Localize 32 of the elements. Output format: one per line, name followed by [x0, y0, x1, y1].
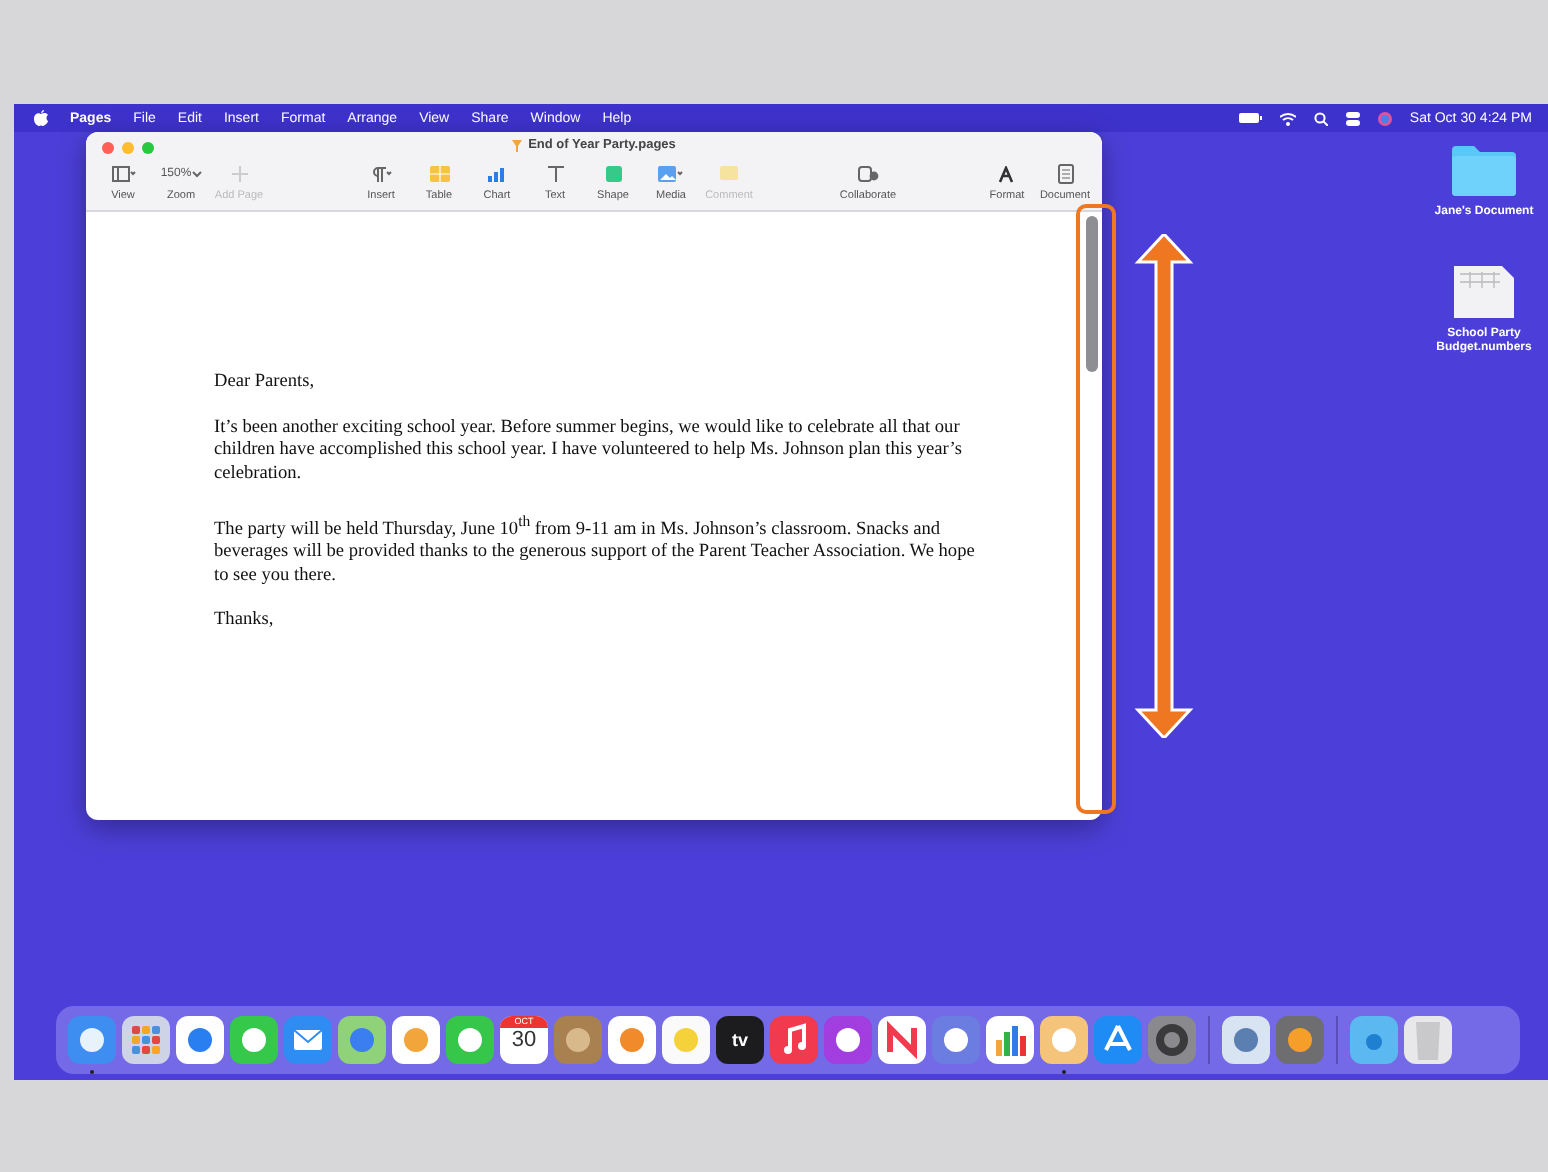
- bar-chart-icon: [487, 166, 507, 182]
- paragraph: It’s been another exciting school year. Before summer begins, we would like to celebrate all that our children have accomplished this school year. I have volunteered to help Ms. Johnson plan this year’s celebration.: [214, 417, 964, 487]
- grid-icon[interactable]: [122, 1016, 170, 1064]
- trash-icon[interactable]: [1404, 1016, 1452, 1064]
- app-store-icon[interactable]: [1094, 1016, 1142, 1064]
- text-icon: [547, 166, 563, 182]
- paragraph: Dear Parents,: [214, 372, 317, 395]
- table-icon: [429, 166, 449, 182]
- search-icon[interactable]: [1313, 111, 1328, 125]
- scrollbar-thumb[interactable]: [1086, 216, 1098, 372]
- sidebar-icon: [111, 166, 135, 182]
- orb-icon[interactable]: [1377, 111, 1392, 125]
- music-note-icon[interactable]: [770, 1016, 818, 1064]
- paragraph-icon: [370, 166, 392, 182]
- paragraph: The party will be held Thursday, June 10$^{th}$ from 9-11 am in Ms. Johnson’s classroom. Snacks and beverages will be provided thanks to the generous support of the Parent Teacher Association. We hope to see you there.: [214, 509, 977, 588]
- comment-icon: [720, 166, 738, 182]
- battery-icon[interactable]: [1237, 112, 1262, 124]
- image-icon: [658, 166, 684, 182]
- square-icon: [605, 166, 621, 182]
- folder-icon[interactable]: [1452, 144, 1516, 196]
- envelope-icon[interactable]: [284, 1016, 332, 1064]
- bar-chart-icon[interactable]: [986, 1016, 1034, 1064]
- spreadsheet-file-icon[interactable]: [1454, 266, 1514, 318]
- wifi-icon[interactable]: [1279, 111, 1296, 125]
- plus-icon: [231, 166, 247, 182]
- tv-app[interactable]: tv: [716, 1016, 764, 1064]
- paragraph: Thanks,: [214, 610, 276, 634]
- caret-icon: [191, 170, 202, 178]
- newspaper-icon[interactable]: [878, 1016, 926, 1064]
- apple-logo-icon[interactable]: [34, 110, 48, 126]
- close-button[interactable]: [102, 142, 114, 154]
- toggles-icon[interactable]: [1345, 111, 1360, 125]
